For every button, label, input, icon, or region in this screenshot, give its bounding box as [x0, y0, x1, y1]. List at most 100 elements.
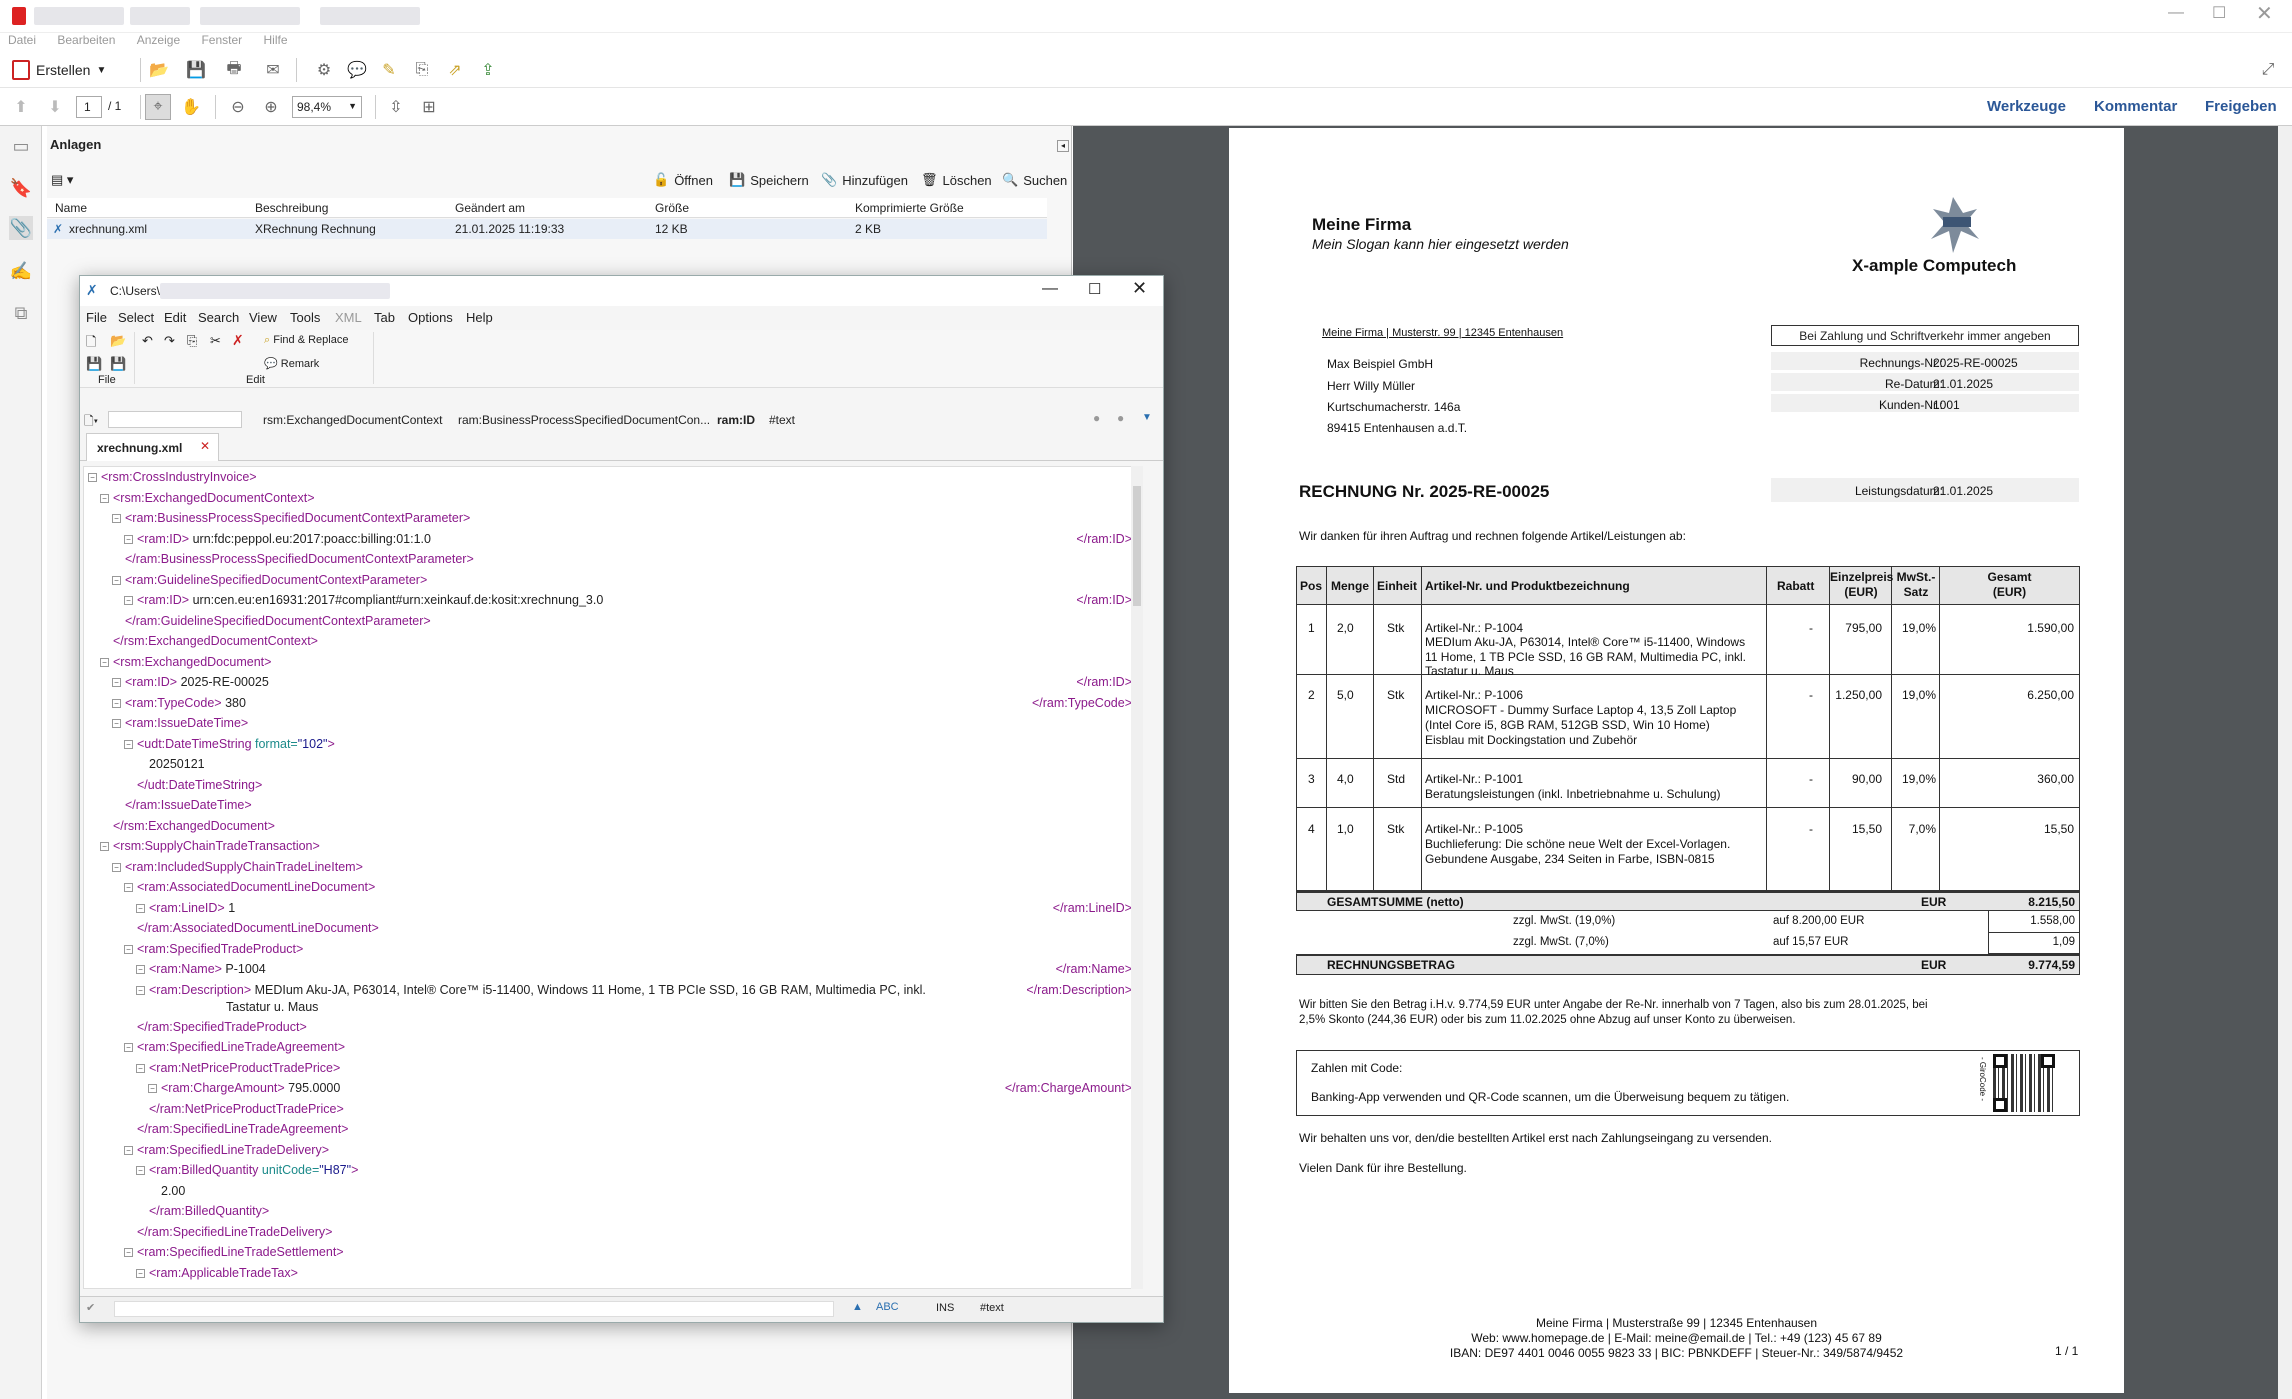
xml-line[interactable]: − <ram:BilledQuantity unitCode="H87">	[136, 1163, 358, 1177]
xml-line[interactable]: − <ram:LineID> 1	[136, 901, 235, 915]
xml-line[interactable]: </ram:AssociatedDocumentLineDocument>	[124, 921, 379, 935]
close-tab-icon[interactable]: ✕	[200, 439, 210, 453]
view-options-button[interactable]: ▤ ▾	[51, 172, 73, 188]
hand-icon[interactable]: ✋	[178, 94, 204, 120]
add-attachment-button[interactable]: 📎 Hinzufügen	[821, 172, 908, 188]
minimize-icon[interactable]: —	[2168, 4, 2184, 22]
open-folder-icon[interactable]: 📂	[146, 57, 172, 83]
collapse-node-icon[interactable]: −	[124, 944, 133, 954]
col-modified[interactable]: Geändert am	[455, 201, 525, 215]
forward-icon[interactable]: ●	[1117, 411, 1124, 425]
collapse-node-icon[interactable]: −	[124, 596, 133, 605]
collapse-node-icon[interactable]: −	[112, 678, 121, 687]
zoom-select[interactable]: 98,4% ▼	[292, 96, 362, 118]
open-folder-icon[interactable]: 📂	[110, 333, 126, 349]
collapse-node-icon[interactable]: −	[136, 1166, 145, 1175]
collapse-panel-icon[interactable]: ◂	[1057, 140, 1069, 152]
menu-tab[interactable]: Tab	[374, 310, 395, 325]
xml-line[interactable]: − <ram:TypeCode> 380	[112, 696, 246, 710]
chevron-down-icon[interactable]: ▼	[1142, 412, 1152, 423]
menu-datei[interactable]: Datei	[8, 33, 36, 47]
xml-line[interactable]: − <ram:NetPriceProductTradePrice>	[136, 1061, 340, 1075]
xml-line[interactable]: − <ram:Name> P-1004	[136, 962, 266, 976]
page-thumbnails-icon[interactable]: ▭	[9, 134, 33, 158]
collapse-node-icon[interactable]: −	[136, 965, 145, 974]
collapse-node-icon[interactable]: −	[124, 1043, 133, 1052]
page-up-icon[interactable]: ⬆	[8, 94, 34, 120]
menu-edit[interactable]: Edit	[164, 310, 186, 325]
remark-button[interactable]: 💬 Remark	[264, 357, 319, 370]
xml-line[interactable]: − <ram:SpecifiedLineTradeDelivery>	[124, 1143, 329, 1157]
xml-line[interactable]: </udt:DateTimeString>	[124, 778, 262, 792]
xml-line[interactable]: − <ram:ID> urn:fdc:peppol.eu:2017:poacc:b…	[124, 532, 431, 546]
col-size[interactable]: Größe	[655, 201, 689, 215]
layers-icon[interactable]: ⧉	[9, 301, 33, 325]
document-scrollbar[interactable]	[2278, 126, 2292, 1399]
xml-line[interactable]: </ram:BusinessProcessSpecifiedDocumentCo…	[112, 552, 474, 566]
select-cursor-icon[interactable]: ⌖	[145, 94, 171, 120]
copy-icon[interactable]: ⎘	[187, 333, 197, 349]
page-down-icon[interactable]: ⬇	[42, 94, 68, 120]
xml-line[interactable]: </rsm:ExchangedDocument>	[100, 819, 275, 833]
save-attachment-button[interactable]: 💾 Speichern	[729, 172, 809, 188]
maximize-icon[interactable]: ☐	[1088, 280, 1101, 298]
xml-line[interactable]: − <ram:Description> MEDIum Aku-JA, P63014…	[136, 983, 926, 997]
xml-line[interactable]: − <ram:ID> 2025-RE-00025	[112, 675, 269, 689]
highlight-icon[interactable]: ✎	[376, 57, 402, 83]
xml-line[interactable]: − <ram:IncludedSupplyChainTradeLineItem>	[112, 860, 363, 874]
stamp-icon[interactable]: ⎘	[409, 57, 435, 83]
zoom-out-icon[interactable]: ⊖	[225, 94, 251, 120]
xml-line[interactable]: 2.00	[148, 1184, 185, 1198]
collapse-node-icon[interactable]: −	[100, 657, 109, 667]
cut-icon[interactable]: ✂	[210, 333, 221, 349]
xml-line[interactable]: </rsm:ExchangedDocumentContext>	[100, 634, 318, 648]
delete-attachment-button[interactable]: 🗑 Löschen	[921, 172, 992, 188]
fit-page-icon[interactable]: ⇳	[383, 94, 409, 120]
collapse-node-icon[interactable]: −	[100, 493, 109, 503]
delete-icon[interactable]: ✗	[232, 332, 244, 349]
menu-select[interactable]: Select	[118, 310, 154, 325]
collapse-node-icon[interactable]: −	[88, 473, 97, 482]
xml-line[interactable]: − <ram:BusinessProcessSpecifiedDocumentCo…	[112, 511, 470, 525]
save-all-icon[interactable]: 💾	[110, 356, 126, 372]
xml-line[interactable]: − <ram:GuidelineSpecifiedDocumentContextP…	[112, 573, 427, 587]
menu-anzeige[interactable]: Anzeige	[137, 33, 180, 47]
maximize-icon[interactable]: ☐	[2212, 3, 2226, 23]
xml-line[interactable]: − <ram:IssueDateTime>	[112, 716, 248, 730]
xml-line[interactable]: </ram:IssueDateTime>	[112, 798, 252, 812]
close-icon[interactable]: ✕	[1132, 278, 1147, 299]
undo-icon[interactable]: ↶	[142, 333, 153, 349]
export-icon[interactable]: ⇗	[442, 57, 468, 83]
xml-line[interactable]: </ram:SpecifiedLineTradeAgreement>	[124, 1122, 348, 1136]
bookmark-icon[interactable]: 🔖	[9, 176, 33, 200]
menu-options[interactable]: Options	[408, 310, 453, 325]
signature-icon[interactable]: ✍	[9, 259, 33, 283]
back-icon[interactable]: ●	[1093, 411, 1100, 425]
xml-line[interactable]: − <rsm:ExchangedDocumentContext>	[100, 491, 315, 505]
table-row[interactable]: ✗ xrechnung.xml XRechnung Rechnung 21.01…	[47, 219, 1047, 239]
tab-kommentar[interactable]: Kommentar	[2094, 98, 2177, 115]
tab-werkzeuge[interactable]: Werkzeuge	[1987, 98, 2066, 115]
xml-line[interactable]: </ram:SpecifiedLineTradeDelivery>	[124, 1225, 332, 1239]
spellcheck-icon[interactable]: ABC	[876, 1301, 899, 1313]
collapse-node-icon[interactable]: −	[124, 1145, 133, 1155]
collapse-node-icon[interactable]: −	[136, 985, 145, 995]
menu-tools[interactable]: Tools	[290, 310, 320, 325]
print-icon[interactable]: 🖶	[221, 57, 247, 83]
xml-line[interactable]: − <ram:ApplicableTradeTax>	[136, 1266, 298, 1280]
path-input[interactable]	[108, 411, 242, 428]
collapse-node-icon[interactable]: −	[124, 534, 133, 544]
xml-line[interactable]: − <ram:AssociatedDocumentLineDocument>	[124, 880, 375, 894]
xml-line[interactable]: − <udt:DateTimeString format="102">	[124, 737, 335, 751]
xml-line[interactable]: − <ram:SpecifiedTradeProduct>	[124, 942, 303, 956]
xml-line[interactable]: − <rsm:ExchangedDocument>	[100, 655, 271, 669]
collapse-node-icon[interactable]: −	[112, 575, 121, 585]
open-attachment-button[interactable]: 🔓 Öffnen	[653, 172, 713, 188]
xml-line[interactable]: </ram:BilledQuantity>	[136, 1204, 269, 1218]
new-dropdown-icon[interactable]: 🗋▾	[84, 412, 98, 433]
breadcrumb-item[interactable]: ram:BusinessProcessSpecifiedDocumentCon.…	[458, 413, 710, 427]
menu-xml[interactable]: XML	[335, 310, 362, 325]
comment-icon[interactable]: 💬	[344, 57, 370, 83]
xml-line[interactable]: </ram:GuidelineSpecifiedDocumentContextP…	[112, 614, 431, 628]
xml-line[interactable]: − <rsm:CrossIndustryInvoice>	[88, 470, 257, 484]
